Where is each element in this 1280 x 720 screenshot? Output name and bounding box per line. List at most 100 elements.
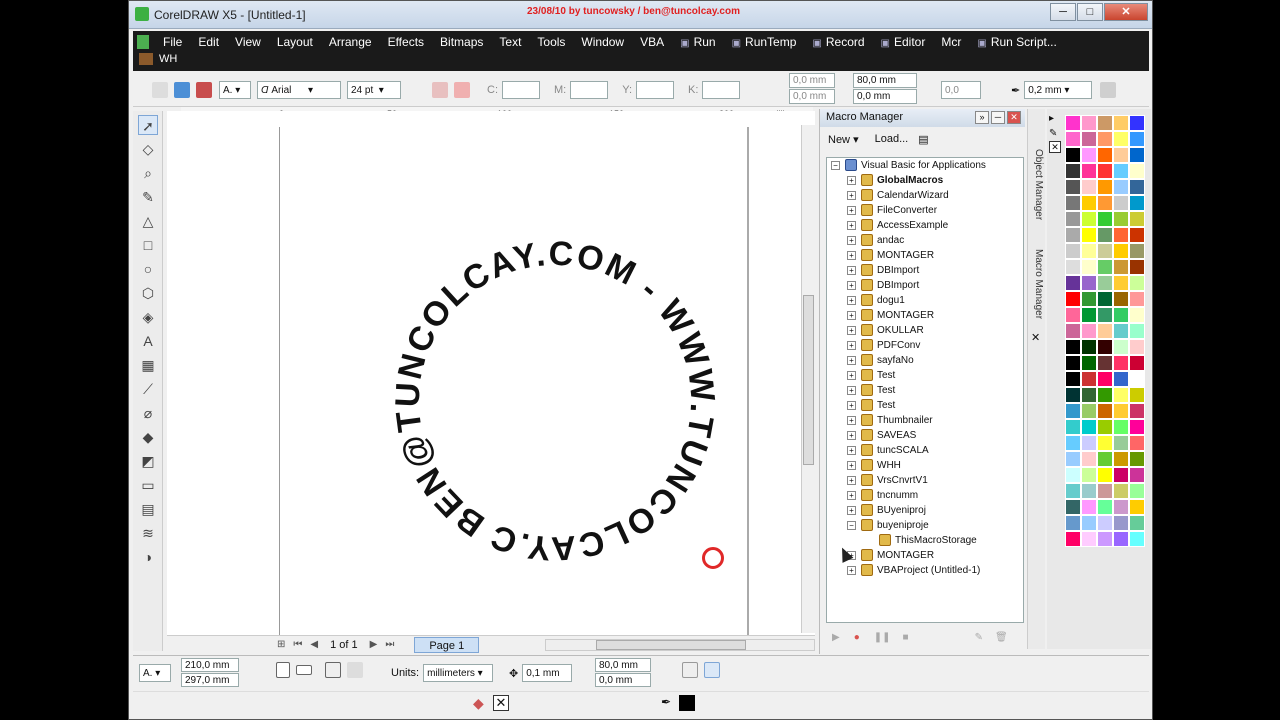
color-swatch[interactable] bbox=[1097, 131, 1113, 147]
color-swatch[interactable] bbox=[1081, 531, 1097, 547]
color-swatch[interactable] bbox=[1113, 275, 1129, 291]
yellow-field[interactable] bbox=[636, 81, 675, 99]
wh-macro-icon[interactable] bbox=[139, 53, 153, 65]
color-swatch[interactable] bbox=[1065, 483, 1081, 499]
expand-icon[interactable]: + bbox=[847, 311, 856, 320]
color-swatch[interactable] bbox=[1113, 323, 1129, 339]
expand-icon[interactable]: + bbox=[847, 221, 856, 230]
tree-project-item[interactable]: + OKULLAR bbox=[827, 323, 1023, 338]
color-swatch[interactable] bbox=[1097, 515, 1113, 531]
collapse-icon[interactable]: − bbox=[831, 161, 840, 170]
font-size-dropdown[interactable]: 24 pt ▾ bbox=[347, 81, 401, 99]
tree-project-item[interactable]: + Thumbnailer bbox=[827, 413, 1023, 428]
wrap-icon[interactable] bbox=[1100, 82, 1117, 98]
color-swatch[interactable] bbox=[1065, 371, 1081, 387]
color-swatch[interactable] bbox=[1113, 451, 1129, 467]
color-swatch[interactable] bbox=[1113, 483, 1129, 499]
current-page-icon[interactable] bbox=[347, 662, 363, 678]
menu-window[interactable]: Window bbox=[573, 35, 632, 49]
tree-project-item[interactable]: + andac bbox=[827, 233, 1023, 248]
basic-shapes-icon[interactable]: ◈ bbox=[138, 307, 158, 327]
interactive-fill-icon[interactable]: ◩ bbox=[138, 451, 158, 471]
macro-runtemp-button[interactable]: RunTemp bbox=[724, 35, 805, 49]
color-swatch[interactable] bbox=[1113, 195, 1129, 211]
color-swatch[interactable] bbox=[1097, 403, 1113, 419]
tree-project-item[interactable]: + GlobalMacros bbox=[827, 173, 1023, 188]
color-swatch[interactable] bbox=[1081, 467, 1097, 483]
color-swatch[interactable] bbox=[1081, 355, 1097, 371]
color-swatch[interactable] bbox=[1081, 483, 1097, 499]
color-swatch[interactable] bbox=[1065, 147, 1081, 163]
color-swatch[interactable] bbox=[1081, 515, 1097, 531]
delete-macro-icon[interactable]: 🗑 bbox=[995, 632, 1008, 643]
table-tool-icon[interactable]: ▦ bbox=[138, 355, 158, 375]
tree-project-item[interactable]: + tncnumm bbox=[827, 488, 1023, 503]
tree-project-item[interactable]: + AccessExample bbox=[827, 218, 1023, 233]
tree-project-item[interactable]: + tuncSCALA bbox=[827, 443, 1023, 458]
color-swatch[interactable] bbox=[1129, 275, 1145, 291]
first-page-icon[interactable]: ⏮ bbox=[293, 639, 302, 650]
color-swatch[interactable] bbox=[1065, 515, 1081, 531]
expand-icon[interactable]: + bbox=[847, 206, 856, 215]
magenta-field[interactable] bbox=[570, 81, 609, 99]
next-page-icon[interactable]: ▶ bbox=[370, 639, 378, 650]
portrait-icon[interactable] bbox=[276, 662, 290, 678]
color-swatch[interactable] bbox=[1113, 211, 1129, 227]
color-swatch[interactable] bbox=[1065, 115, 1081, 131]
eyedropper-icon[interactable]: ⌀ bbox=[138, 403, 158, 423]
font-style-dropdown[interactable]: A. ▾ bbox=[219, 81, 251, 99]
tab-object-manager[interactable]: Object Manager bbox=[1030, 149, 1044, 220]
color-swatch[interactable] bbox=[1097, 323, 1113, 339]
nudge-field[interactable]: 0,1 mm bbox=[522, 664, 573, 682]
color-swatch[interactable] bbox=[1081, 227, 1097, 243]
horizontal-scroll-thumb[interactable] bbox=[596, 640, 746, 650]
wh-label[interactable]: WH bbox=[159, 53, 177, 65]
duplicate-y-field[interactable]: 0,0 mm bbox=[595, 673, 651, 687]
color-swatch[interactable] bbox=[1113, 371, 1129, 387]
color-swatch[interactable] bbox=[1065, 259, 1081, 275]
color-swatch[interactable] bbox=[1081, 259, 1097, 275]
dimension-tool-icon[interactable]: ⟋ bbox=[138, 379, 158, 399]
freehand-tool-icon[interactable]: ✎ bbox=[138, 187, 158, 207]
tree-project-item[interactable]: + VrsCnvrtV1 bbox=[827, 473, 1023, 488]
expand-icon[interactable]: + bbox=[847, 326, 856, 335]
color-swatch[interactable] bbox=[1113, 179, 1129, 195]
tree-project-item[interactable]: + CalendarWizard bbox=[827, 188, 1023, 203]
all-pages-icon[interactable] bbox=[325, 662, 341, 678]
color-swatch[interactable] bbox=[1129, 515, 1145, 531]
expand-icon[interactable]: + bbox=[847, 266, 856, 275]
color-swatch[interactable] bbox=[1113, 387, 1129, 403]
close-button[interactable]: ✕ bbox=[1104, 3, 1148, 21]
menu-text[interactable]: Text bbox=[491, 35, 529, 49]
color-swatch[interactable] bbox=[1097, 339, 1113, 355]
menu-effects[interactable]: Effects bbox=[380, 35, 432, 49]
expand-icon[interactable]: + bbox=[847, 341, 856, 350]
tree-project-item[interactable]: + VBAProject (Untitled-1) bbox=[827, 563, 1023, 578]
height-field[interactable]: 0,0 mm bbox=[853, 89, 917, 104]
position-y-field[interactable]: 0,0 mm bbox=[789, 89, 835, 104]
color-swatch[interactable] bbox=[1129, 211, 1145, 227]
treat-as-filled-icon[interactable] bbox=[682, 662, 698, 678]
color-swatch[interactable] bbox=[1113, 499, 1129, 515]
color-swatch[interactable] bbox=[1129, 451, 1145, 467]
rectangle-tool-icon[interactable]: □ bbox=[138, 235, 158, 255]
color-swatch[interactable] bbox=[1113, 115, 1129, 131]
color-swatch[interactable] bbox=[1129, 259, 1145, 275]
color-swatch[interactable] bbox=[1097, 179, 1113, 195]
close-tab-icon[interactable]: ✕ bbox=[1031, 331, 1040, 344]
color-swatch[interactable] bbox=[1065, 435, 1081, 451]
color-swatch[interactable] bbox=[1097, 451, 1113, 467]
expand-icon[interactable]: + bbox=[847, 446, 856, 455]
color-swatch[interactable] bbox=[1129, 403, 1145, 419]
color-swatch[interactable] bbox=[1129, 323, 1145, 339]
tree-project-item[interactable]: + PDFConv bbox=[827, 338, 1023, 353]
menu-tools[interactable]: Tools bbox=[529, 35, 573, 49]
color-swatch[interactable] bbox=[1081, 195, 1097, 211]
color-swatch[interactable] bbox=[1129, 435, 1145, 451]
expand-icon[interactable]: + bbox=[847, 176, 856, 185]
add-page-icon[interactable]: ⊞ bbox=[277, 639, 285, 650]
color-swatch[interactable] bbox=[1081, 307, 1097, 323]
color-swatch[interactable] bbox=[1081, 291, 1097, 307]
color-swatch[interactable] bbox=[1065, 451, 1081, 467]
color-swatch[interactable] bbox=[1113, 147, 1129, 163]
